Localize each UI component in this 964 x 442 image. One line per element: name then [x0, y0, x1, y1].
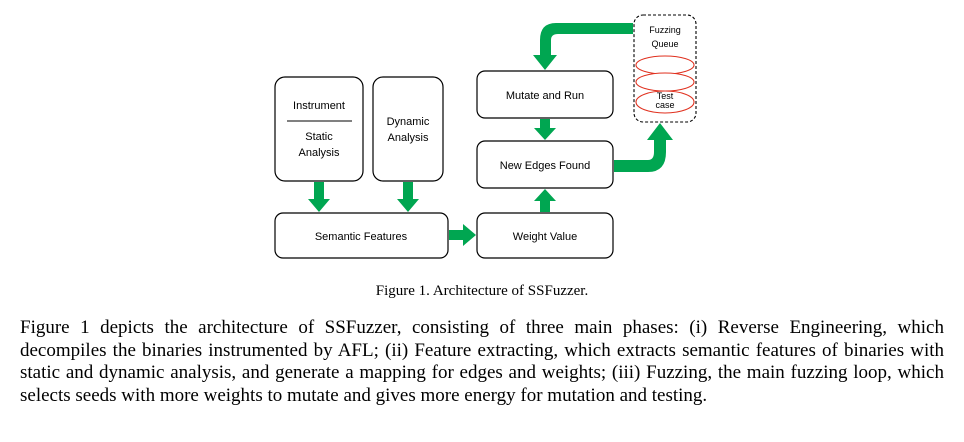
semantic-features-label: Semantic Features	[315, 231, 408, 243]
new-edges-found-box: New Edges Found	[476, 140, 614, 189]
instrument-label: Instrument	[293, 100, 345, 112]
arrow-dynamic-to-semantic	[397, 182, 419, 212]
weight-value-label: Weight Value	[513, 231, 577, 243]
dynamic-analysis-box: Dynamic Analysis	[372, 76, 444, 182]
fuzzing-label: Fuzzing	[649, 25, 681, 35]
arrow-queue-to-mutate	[533, 23, 633, 70]
weight-value-box: Weight Value	[476, 212, 614, 259]
figure-caption: Figure 1. Architecture of SSFuzzer.	[375, 283, 589, 299]
instrument-static-box: Instrument Static Analysis	[274, 76, 364, 182]
dynamic-analysis-label: Analysis	[388, 132, 429, 144]
arrow-weight-to-new-edges	[534, 189, 556, 212]
arrow-new-edges-to-queue	[614, 123, 673, 172]
mutate-and-run-label: Mutate and Run	[506, 90, 584, 102]
queue-item	[635, 55, 695, 75]
queue-item	[635, 72, 695, 92]
dynamic-label: Dynamic	[387, 116, 430, 128]
architecture-diagram: Instrument Static Analysis Dynamic Analy…	[274, 14, 697, 259]
mutate-and-run-box: Mutate and Run	[476, 70, 614, 119]
semantic-features-box: Semantic Features	[274, 212, 449, 259]
static-analysis-label: Analysis	[299, 147, 340, 159]
arrow-mutate-to-new-edges	[534, 119, 556, 140]
body-paragraph: Figure 1 depicts the architecture of SSF…	[20, 317, 944, 406]
fuzzing-queue: Fuzzing Queue Test case	[633, 14, 697, 123]
case-label: case	[655, 100, 674, 110]
static-label: Static	[305, 131, 333, 143]
queue-label: Queue	[651, 39, 678, 49]
arrow-semantic-to-weight	[449, 224, 476, 246]
new-edges-found-label: New Edges Found	[500, 160, 591, 172]
arrow-static-to-semantic	[308, 182, 330, 212]
